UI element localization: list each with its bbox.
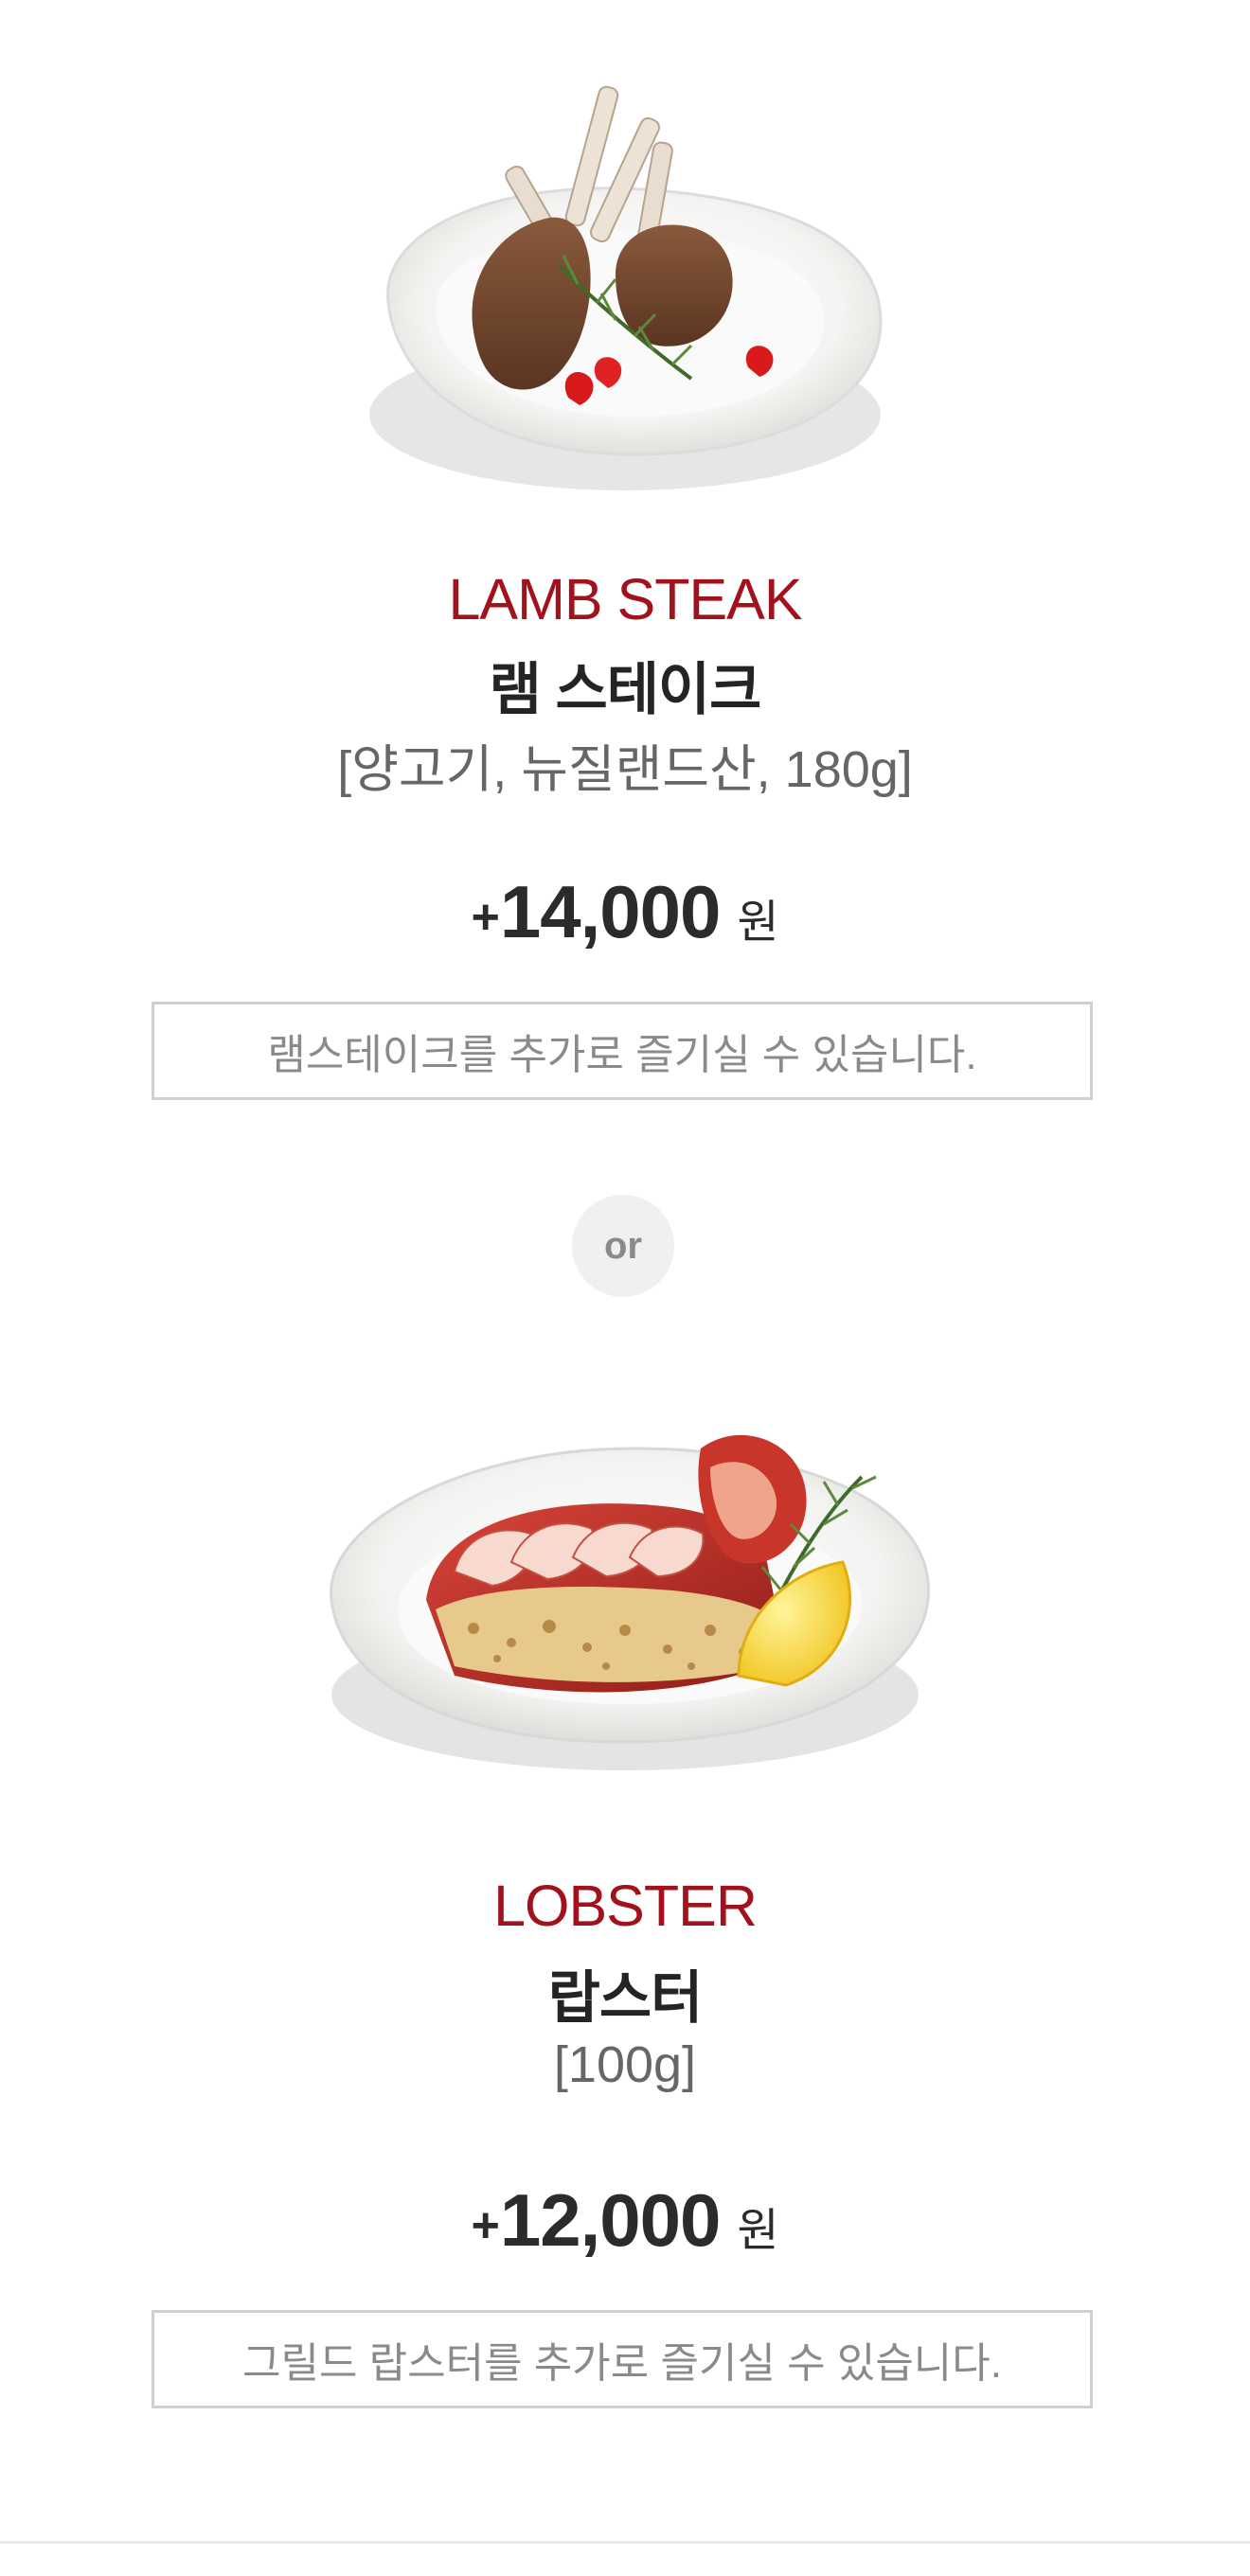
item-korean-name: 랍스터 [547, 1966, 704, 2030]
price-value: 12,000 [499, 2178, 722, 2262]
item-note-text: 그릴드 랍스터를 추가로 즐기실 수 있습니다. [242, 2340, 1002, 2387]
item-spec: [100g] [553, 2036, 697, 2093]
item-spec: [양고기, 뉴질랜드산, 180g] [337, 741, 913, 798]
price-prefix: + [471, 890, 500, 945]
or-divider-label: or [604, 1224, 642, 1267]
item-price: +14,000 원 [0, 869, 1250, 955]
item-price: +12,000 원 [0, 2177, 1250, 2264]
lamb-chops-plate-icon [369, 85, 883, 490]
price-value: 14,000 [499, 870, 722, 953]
menu-item-lamb-steak: LAMB STEAK 램 스테이크 [양고기, 뉴질랜드산, 180g] +14… [0, 0, 1250, 1127]
menu-item-lobster: LOBSTER 랍스터 [100g] +12,000 원 그릴드 랍스터를 추가로… [0, 1325, 1250, 2518]
or-divider-badge: or [572, 1195, 674, 1297]
price-prefix: + [471, 2198, 500, 2253]
item-korean-name: 램 스테이크 [489, 658, 762, 721]
item-note-box: 램스테이크를 추가로 즐기실 수 있습니다. [152, 1002, 1093, 1100]
item-english-name: LOBSTER [493, 1874, 758, 1938]
item-note-text: 램스테이크를 추가로 즐기실 수 있습니다. [267, 1032, 977, 1078]
item-english-name: LAMB STEAK [448, 567, 802, 631]
grilled-lobster-plate-icon [330, 1434, 930, 1770]
item-note-box: 그릴드 랍스터를 추가로 즐기실 수 있습니다. [152, 2310, 1093, 2408]
bottom-divider-line [0, 2541, 1250, 2544]
price-currency: 원 [737, 2206, 779, 2256]
price-currency: 원 [737, 897, 779, 948]
